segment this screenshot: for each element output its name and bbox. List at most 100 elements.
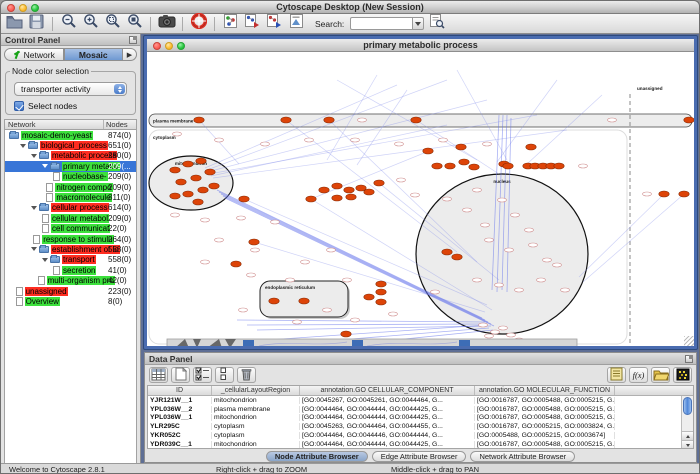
graph-node-label[interactable] xyxy=(301,260,310,264)
table-cell[interactable]: [GO:0016787, GO:0005488, GO:0005215, G..… xyxy=(475,414,615,421)
tree-item-mosaic-demo-yeast[interactable]: mosaic-demo-yeast874(0) xyxy=(5,130,136,140)
table-cell[interactable]: YJR121W__1 xyxy=(148,397,212,404)
vizmapper-button[interactable] xyxy=(287,15,306,32)
select-attributes-button[interactable] xyxy=(193,367,212,383)
table-cell[interactable]: mitochondrion xyxy=(212,441,300,448)
import-network-button[interactable] xyxy=(243,15,262,32)
tab-network-attribute-browser[interactable]: Network Attribute Browser xyxy=(470,451,575,462)
graph-node-label[interactable] xyxy=(397,178,406,182)
table-cell[interactable]: [GO:0005488, GO:0005215, GO:0003674] xyxy=(475,432,615,439)
tab-node-attribute-browser[interactable]: Node Attribute Browser xyxy=(266,451,368,462)
graph-node[interactable] xyxy=(183,191,193,197)
table-cell[interactable]: [GO:0044464, GO:0044446, GO:0044444, G..… xyxy=(300,432,475,439)
graph-node[interactable] xyxy=(183,161,193,167)
graph-node-label[interactable] xyxy=(483,142,492,146)
graph-node[interactable] xyxy=(452,254,462,260)
graph-node-label[interactable] xyxy=(173,132,182,136)
tree-item-establishment-of-lo[interactable]: establishment of lo558(0) xyxy=(5,244,136,254)
zoom-in-button[interactable] xyxy=(81,15,100,32)
graph-node-label[interactable] xyxy=(529,243,538,247)
graph-edge[interactable] xyxy=(267,325,487,340)
graph-node[interactable] xyxy=(423,148,433,154)
graph-node-label[interactable] xyxy=(525,228,534,232)
open-session-button[interactable] xyxy=(5,15,24,32)
node-color-dropdown[interactable]: transporter activity xyxy=(14,82,127,96)
graph-node-label[interactable] xyxy=(499,326,508,330)
table-cell[interactable]: [GO:0016787, GO:0005488, GO:0005215, G..… xyxy=(475,441,615,448)
graph-node-label[interactable] xyxy=(439,138,448,142)
graph-node[interactable] xyxy=(346,194,356,200)
graph-node-label[interactable] xyxy=(343,278,352,282)
graph-edge[interactable] xyxy=(237,320,485,322)
graph-node-label[interactable] xyxy=(511,213,520,217)
graph-node[interactable] xyxy=(193,199,203,205)
graph-node-label[interactable] xyxy=(389,312,398,316)
search-dropdown-button[interactable] xyxy=(412,17,424,30)
graph-node[interactable] xyxy=(554,163,564,169)
table-cell[interactable]: mitochondrion xyxy=(212,397,300,404)
graph-node[interactable] xyxy=(364,294,374,300)
unselect-attributes-button[interactable] xyxy=(215,367,234,383)
table-cell[interactable]: [GO:0044464, GO:0044444, GO:0044425, G..… xyxy=(300,406,475,413)
graph-edge[interactable] xyxy=(579,194,664,277)
tab-overflow-button[interactable]: ▶ xyxy=(123,48,137,61)
table-scrollbar[interactable] xyxy=(681,396,693,449)
table-cell[interactable]: [GO:0045263, GO:0044464, GO:0044455, G..… xyxy=(300,423,475,430)
graph-node-label[interactable] xyxy=(395,142,404,146)
table-cell[interactable]: [GO:0044464, GO:0044444, GO:0044425, G..… xyxy=(300,441,475,448)
graph-node-label[interactable] xyxy=(473,188,482,192)
graph-node-label[interactable] xyxy=(323,308,332,312)
table-cell[interactable]: [GO:0045267, GO:0045261, GO:0044464, G..… xyxy=(300,397,475,404)
graph-node-label[interactable] xyxy=(215,138,224,142)
expand-arrow-icon[interactable] xyxy=(31,247,37,251)
graph-node[interactable] xyxy=(205,169,215,175)
graph-node[interactable] xyxy=(659,191,669,197)
zoom-selected-button[interactable] xyxy=(103,15,122,32)
table-cell[interactable]: YPL036W__2 xyxy=(148,406,212,413)
tree-column-network[interactable]: Network xyxy=(5,120,104,129)
graph-node[interactable] xyxy=(364,189,374,195)
graph-node[interactable] xyxy=(209,183,219,189)
graph-node[interactable] xyxy=(198,187,208,193)
graph-node-label[interactable] xyxy=(351,318,360,322)
table-row[interactable]: YLR295Ccytoplasm[GO:0045263, GO:0044464,… xyxy=(148,422,693,431)
graph-node[interactable] xyxy=(503,163,513,169)
search-input[interactable] xyxy=(350,17,412,30)
resize-grip[interactable] xyxy=(684,336,694,346)
graph-node-label[interactable] xyxy=(495,283,504,287)
graph-node-label[interactable] xyxy=(358,118,367,122)
graph-node-label[interactable] xyxy=(271,220,280,224)
graph-node-label[interactable] xyxy=(443,197,452,201)
network-canvas[interactable]: plasma membranecytoplasmmitochondrionnuc… xyxy=(147,52,694,346)
graph-node-label[interactable] xyxy=(327,248,336,252)
graph-node-label[interactable] xyxy=(305,138,314,142)
graph-node[interactable] xyxy=(319,187,329,193)
graph-node[interactable] xyxy=(170,193,180,199)
graph-node[interactable] xyxy=(332,195,342,201)
help-button[interactable] xyxy=(189,15,208,32)
table-cell[interactable]: mitochondrion xyxy=(212,414,300,421)
table-cell[interactable]: YKR052C xyxy=(148,432,212,439)
report-button[interactable] xyxy=(607,367,626,383)
graph-node[interactable] xyxy=(231,261,241,267)
graph-node-label[interactable] xyxy=(643,192,652,196)
graph-node[interactable] xyxy=(249,239,259,245)
save-session-button[interactable] xyxy=(27,15,46,32)
table-row[interactable]: YDR039C__1mitochondrion[GO:0044464, GO:0… xyxy=(148,440,693,449)
import-attributes-button[interactable] xyxy=(265,15,284,32)
graph-node-label[interactable] xyxy=(515,288,524,292)
graph-node-label[interactable] xyxy=(251,248,260,252)
graph-node-label[interactable] xyxy=(201,218,210,222)
import-attribute-file-button[interactable] xyxy=(651,367,670,383)
tree-item-nitrogen-compo[interactable]: nitrogen compo209(0) xyxy=(5,182,136,192)
graph-node[interactable] xyxy=(376,281,386,287)
network-file-button[interactable] xyxy=(221,15,240,32)
expand-arrow-icon[interactable] xyxy=(42,164,48,168)
table-cell[interactable]: plasma membrane xyxy=(212,406,300,413)
graph-node-label[interactable] xyxy=(431,290,440,294)
column-header[interactable]: ID xyxy=(148,386,212,395)
graph-node[interactable] xyxy=(332,183,342,189)
graph-edge[interactable] xyxy=(211,125,447,176)
graph-node[interactable] xyxy=(196,158,206,164)
table-cell[interactable]: YDR039C__1 xyxy=(148,441,212,448)
